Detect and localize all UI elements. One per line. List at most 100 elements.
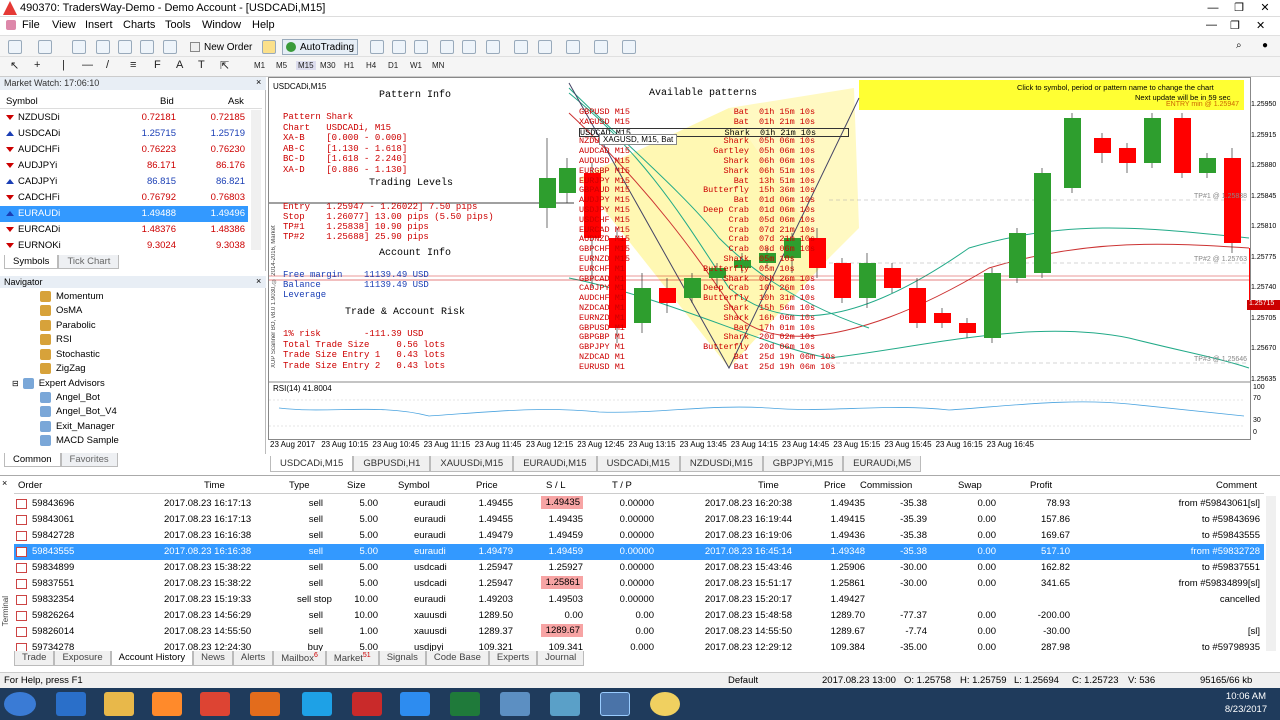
market-watch-row[interactable]: NZDUSDi 0.72181 0.72185 [0, 110, 248, 126]
col-symbol[interactable]: Symbol [398, 480, 430, 491]
profiles-icon[interactable] [38, 40, 52, 54]
tile-windows-icon[interactable] [486, 40, 500, 54]
market-watch-row[interactable]: AUDJPYi 86.171 86.176 [0, 158, 248, 174]
new-order-button[interactable]: New Order [190, 39, 252, 55]
timeframe-m5[interactable]: M5 [276, 61, 287, 70]
market-watch-icon[interactable] [72, 40, 86, 54]
close-button[interactable]: ✕ [1252, 1, 1278, 15]
restore-button[interactable]: ❐ [1226, 1, 1252, 15]
tab-symbols[interactable]: Symbols [4, 255, 59, 269]
terminal-app-icon[interactable] [600, 692, 630, 716]
terminal-tab[interactable]: Code Base [425, 651, 489, 666]
nav-item-stochastic[interactable]: Stochastic [40, 349, 100, 360]
menu-insert[interactable]: Insert [85, 19, 113, 31]
col-size[interactable]: Size [347, 480, 365, 491]
nav-expert-advisors[interactable]: ⊟ Expert Advisors [12, 378, 105, 389]
clock-time[interactable]: 10:06 AM [1220, 691, 1272, 702]
market-watch-row[interactable]: USDCADi 1.25715 1.25719 [0, 126, 248, 142]
notepad-icon[interactable] [550, 692, 580, 716]
text-label-icon[interactable]: T [198, 59, 205, 71]
chart-tab[interactable]: EURAUDi,M5 [843, 456, 922, 472]
terminal-tab[interactable]: Account History [110, 651, 194, 666]
pattern-symbol[interactable]: XAGUSD M15 [579, 117, 630, 128]
terminal-tab[interactable]: Signals [378, 651, 426, 666]
table-row[interactable]: 59843555 2017.08.23 16:16:38 sell 5.00 eurau… [14, 544, 1264, 560]
weather-icon[interactable] [650, 692, 680, 716]
timeframe-m15[interactable]: M15 [296, 61, 316, 70]
col-profit[interactable]: Profit [1030, 480, 1052, 491]
nav-item-zigzag[interactable]: ZigZag [40, 363, 86, 374]
pattern-name[interactable]: Bat [689, 362, 749, 373]
menu-tools[interactable]: Tools [165, 19, 191, 31]
time-axis[interactable]: 23 Aug 2017 23 Aug 10:15 23 Aug 10:45 23 Au… [268, 439, 1280, 453]
table-row[interactable]: 59832354 2017.08.23 15:19:33 sell stop 10.0… [14, 592, 1264, 608]
ie-icon[interactable] [56, 692, 86, 716]
templates-icon[interactable] [622, 40, 636, 54]
col-sl[interactable]: S / L [546, 480, 566, 491]
nav-item-parabolic[interactable]: Parabolic [40, 320, 96, 331]
tab-favorites[interactable]: Favorites [60, 453, 118, 467]
market-watch-row[interactable]: EURAUDi 1.49488 1.49496 [0, 206, 248, 222]
nav-expert-exit-manager[interactable]: Exit_Manager [40, 421, 115, 432]
chart-tab[interactable]: USDCADi,M15 [270, 456, 354, 472]
periods-icon[interactable] [594, 40, 608, 54]
market-watch-row[interactable]: EURCADi 1.48376 1.48386 [0, 222, 248, 238]
trendline-icon[interactable]: / [106, 59, 109, 71]
col-time[interactable]: Time [204, 480, 225, 491]
screenshot-tool-icon[interactable] [500, 692, 530, 716]
market-watch-close-icon[interactable]: × [256, 77, 261, 87]
autoscroll-icon[interactable] [538, 40, 552, 54]
terminal-tab[interactable]: Mailbox6 [273, 651, 326, 666]
table-row[interactable]: 59842728 2017.08.23 16:16:38 sell 5.00 eurau… [14, 528, 1264, 544]
mdi-close-button[interactable]: ✕ [1256, 19, 1265, 32]
crosshair-icon[interactable]: + [34, 59, 40, 71]
menu-file[interactable]: File [22, 19, 40, 31]
tab-tick-chart[interactable]: Tick Chart [58, 255, 120, 269]
pattern-symbol[interactable]: EURUSD M1 [579, 362, 625, 373]
table-row[interactable]: 59826264 2017.08.23 14:56:29 sell 10.00 xauu… [14, 608, 1264, 624]
col-bid[interactable]: Bid [160, 96, 174, 107]
chrome-icon[interactable] [200, 692, 230, 716]
terminal-tab[interactable]: Experts [488, 651, 538, 666]
table-row[interactable]: 59843696 2017.08.23 16:17:13 sell 5.00 eurau… [14, 496, 1264, 512]
text-icon[interactable]: A [176, 59, 183, 71]
explorer-icon[interactable] [104, 692, 134, 716]
new-chart-icon[interactable] [8, 40, 22, 54]
col-order[interactable]: Order [18, 480, 42, 491]
price-axis[interactable]: 1.25950 1.25915 1.25880 1.25845 1.25810 1.257… [1247, 77, 1280, 439]
terminal-tab[interactable]: Exposure [54, 651, 111, 666]
tester-icon[interactable] [163, 40, 177, 54]
col-close-price[interactable]: Price [824, 480, 846, 491]
metaeditor-icon[interactable] [262, 40, 276, 54]
timeframe-mn[interactable]: MN [432, 61, 444, 70]
timeframe-m30[interactable]: M30 [320, 61, 336, 70]
community-icon[interactable]: ● [1262, 40, 1276, 54]
nav-expert-angel-bot-v4[interactable]: Angel_Bot_V4 [40, 406, 117, 417]
terminal-tab[interactable]: Alerts [232, 651, 274, 666]
market-watch-row[interactable]: AUDCHFi 0.76223 0.76230 [0, 142, 248, 158]
market-watch-row[interactable]: EURNOKi 9.3024 9.3038 [0, 238, 248, 254]
media-player-icon[interactable] [152, 692, 182, 716]
navigator-close-icon[interactable]: × [256, 276, 261, 286]
timeframe-h4[interactable]: H4 [366, 61, 376, 70]
terminal-tab[interactable]: Journal [537, 651, 585, 666]
nav-expert-macd-sample[interactable]: MACD Sample [40, 435, 119, 446]
menu-help[interactable]: Help [252, 19, 275, 31]
chart-tab[interactable]: EURAUDi,M15 [513, 456, 597, 472]
chart-tab[interactable]: XAUUSDi,M15 [430, 456, 514, 472]
skype-icon[interactable] [302, 692, 332, 716]
table-row[interactable]: 59834899 2017.08.23 15:38:22 sell 5.00 usdca… [14, 560, 1264, 576]
timeframe-h1[interactable]: H1 [344, 61, 354, 70]
zoom-in-icon[interactable] [440, 40, 454, 54]
market-watch-row[interactable]: CADJPYi 86.815 86.821 [0, 174, 248, 190]
mt4-icon[interactable] [352, 692, 382, 716]
bar-chart-icon[interactable] [370, 40, 384, 54]
menu-window[interactable]: Window [202, 19, 241, 31]
pattern-row[interactable]: EURUSD M1 Bat 25d 19h 06m 10s [579, 362, 849, 373]
chart-window[interactable]: USDCADi,M15 XUP Scanner BO, v8.0 1.9030,… [268, 77, 1251, 440]
market-watch-scrollbar[interactable] [251, 110, 261, 250]
teamviewer-icon[interactable] [400, 692, 430, 716]
nav-item-osma[interactable]: OsMA [40, 305, 82, 316]
indicators-icon[interactable] [566, 40, 580, 54]
horizontal-line-icon[interactable]: — [82, 59, 93, 71]
